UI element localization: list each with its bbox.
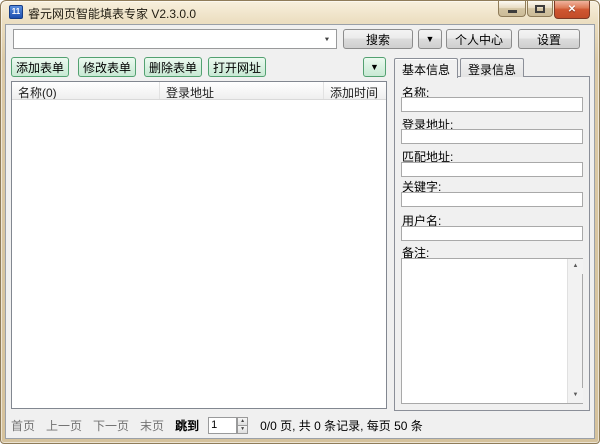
notes-scrollbar[interactable]: ▲ ▼ (567, 259, 582, 403)
page-number-spinner: ▲ ▼ (208, 417, 248, 434)
minimize-icon (508, 10, 517, 13)
spin-up-icon[interactable]: ▲ (237, 417, 248, 425)
column-header-name[interactable]: 名称(0) (12, 82, 160, 99)
tab-basic-info[interactable]: 基本信息 (394, 58, 458, 78)
pager-bar: 首页 上一页 下一页 末页 跳到 ▲ ▼ 0/0 页, 共 0 条记录, 每页 … (11, 415, 423, 435)
open-url-button[interactable]: 打开网址 (208, 57, 266, 77)
forms-table: 名称(0) 登录地址 添加时间 (11, 81, 387, 409)
column-header-add-time[interactable]: 添加时间 (324, 82, 386, 99)
pager-prev-link[interactable]: 上一页 (46, 417, 82, 434)
add-form-button[interactable]: 添加表单 (11, 57, 69, 77)
pager-last-link[interactable]: 末页 (140, 417, 164, 434)
app-window: 11 睿元网页智能填表专家 V2.3.0.0 ✕ ▼ 搜索 ▼ 个人中心 设置 (0, 0, 600, 444)
login-url-field[interactable] (401, 129, 583, 144)
chevron-down-icon: ▼ (324, 36, 331, 42)
delete-form-button[interactable]: 删除表单 (144, 57, 202, 77)
personal-center-button[interactable]: 个人中心 (446, 29, 512, 49)
pager-first-link[interactable]: 首页 (11, 417, 35, 434)
window-controls: ✕ (497, 1, 590, 19)
close-icon: ✕ (568, 2, 576, 18)
scroll-up-icon[interactable]: ▲ (568, 259, 583, 274)
tab-login-info[interactable]: 登录信息 (460, 58, 524, 77)
keyword-field[interactable] (401, 192, 583, 207)
maximize-button[interactable] (527, 1, 553, 17)
username-field[interactable] (401, 226, 583, 241)
column-header-login-url[interactable]: 登录地址 (160, 82, 324, 99)
url-combobox-input[interactable] (16, 31, 318, 47)
url-combobox[interactable]: ▼ (13, 29, 337, 49)
settings-button[interactable]: 设置 (518, 29, 580, 49)
window-title: 睿元网页智能填表专家 V2.3.0.0 (28, 5, 196, 22)
detail-tabs: 基本信息 登录信息 (394, 58, 526, 77)
title-bar[interactable]: 11 睿元网页智能填表专家 V2.3.0.0 ✕ (1, 1, 599, 24)
notes-textarea[interactable]: ▲ ▼ (401, 258, 583, 404)
match-url-field[interactable] (401, 162, 583, 177)
app-icon: 11 (9, 5, 23, 19)
search-button[interactable]: 搜索 (343, 29, 413, 49)
minimize-button[interactable] (498, 1, 526, 17)
modify-form-button[interactable]: 修改表单 (78, 57, 136, 77)
toolbar-dropdown-button[interactable]: ▼ (363, 57, 386, 77)
page-number-input[interactable] (208, 417, 237, 434)
scroll-down-icon[interactable]: ▼ (568, 388, 583, 403)
detail-panel: 基本信息 登录信息 名称: 登录地址: 匹配地址: 关键字: 用户名: 备注: … (394, 58, 590, 411)
close-button[interactable]: ✕ (554, 1, 590, 19)
combo-dropdown-button[interactable]: ▼ (318, 30, 336, 48)
pager-next-link[interactable]: 下一页 (93, 417, 129, 434)
pager-summary: 0/0 页, 共 0 条记录, 每页 50 条 (260, 417, 423, 434)
basic-info-tab-panel: 名称: 登录地址: 匹配地址: 关键字: 用户名: 备注: ▲ ▼ (394, 76, 590, 411)
table-body[interactable] (12, 100, 386, 408)
maximize-icon (535, 5, 545, 13)
table-header: 名称(0) 登录地址 添加时间 (12, 82, 386, 100)
spin-down-icon[interactable]: ▼ (237, 425, 248, 434)
name-field[interactable] (401, 97, 583, 112)
pager-jump-label: 跳到 (175, 417, 199, 434)
client-area: ▼ 搜索 ▼ 个人中心 设置 添加表单 修改表单 删除表单 打开网址 ▼ 名称(… (5, 24, 595, 439)
search-dropdown-button[interactable]: ▼ (418, 29, 442, 49)
